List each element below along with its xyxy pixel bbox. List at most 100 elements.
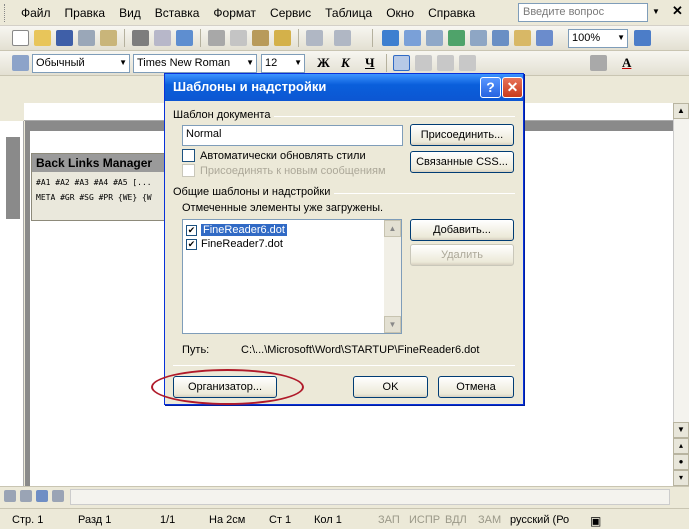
font-select[interactable]: Times New Roman ▼: [133, 54, 257, 73]
web-view-icon[interactable]: [20, 490, 32, 502]
attach-new-messages-checkbox[interactable]: Присоединять к новым сообщениям: [182, 164, 386, 177]
font-size-select[interactable]: 12 ▼: [261, 54, 305, 73]
justify-icon[interactable]: [459, 55, 476, 71]
zoom-value: 100%: [572, 32, 601, 44]
horizontal-scrollbar[interactable]: [70, 489, 670, 505]
doc-close-icon[interactable]: ✕: [672, 3, 683, 19]
next-page-icon[interactable]: ▾: [673, 470, 689, 486]
checkbox-box[interactable]: [182, 164, 195, 177]
menu-table[interactable]: Таблица: [318, 2, 379, 24]
insert-excel-icon[interactable]: [448, 30, 465, 46]
checkbox-checked-icon[interactable]: ✔: [186, 238, 197, 250]
new-document-icon[interactable]: [12, 30, 29, 46]
open-icon[interactable]: [34, 30, 51, 46]
print-layout-icon[interactable]: [36, 490, 48, 502]
status-page: Стр. 1: [12, 514, 44, 526]
copy-icon[interactable]: [230, 30, 247, 46]
columns-icon[interactable]: [470, 30, 487, 46]
remove-button[interactable]: Удалить: [410, 244, 514, 266]
styles-icon[interactable]: [12, 55, 29, 71]
scroll-down-icon[interactable]: ▼: [384, 316, 401, 333]
tab-selector[interactable]: [0, 103, 24, 121]
addins-listbox[interactable]: ✔ FineReader6.dot ✔ FineReader7.dot ▲ ▼: [182, 219, 402, 334]
spelling-status-icon[interactable]: ▣: [590, 514, 601, 528]
insert-table-icon[interactable]: [426, 30, 443, 46]
list-item[interactable]: ✔ FineReader7.dot: [186, 238, 384, 250]
align-right-icon[interactable]: [437, 55, 454, 71]
menu-file[interactable]: Файл: [14, 2, 58, 24]
font-color-button[interactable]: A: [622, 55, 631, 71]
menu-help[interactable]: Справка: [421, 2, 482, 24]
status-line: Ст 1: [269, 514, 292, 526]
drawing-icon[interactable]: [492, 30, 509, 46]
ok-button[interactable]: OK: [353, 376, 428, 398]
help-search-input[interactable]: Введите вопрос: [518, 3, 648, 22]
hyperlink-icon[interactable]: [382, 30, 399, 46]
list-item-label: FineReader7.dot: [201, 238, 283, 250]
menu-grip: [4, 3, 8, 22]
browse-object-icon[interactable]: ●: [673, 454, 689, 470]
save-icon[interactable]: [56, 30, 73, 46]
menu-format[interactable]: Формат: [206, 2, 263, 24]
checkbox-box[interactable]: [182, 149, 195, 162]
normal-view-icon[interactable]: [4, 490, 16, 502]
email-icon[interactable]: [100, 30, 117, 46]
auto-update-checkbox[interactable]: Автоматически обновлять стили: [182, 149, 366, 162]
menu-edit[interactable]: Правка: [58, 2, 113, 24]
checkbox-checked-icon[interactable]: ✔: [186, 224, 197, 236]
template-group-label: Шаблон документа: [173, 109, 275, 121]
status-column: Кол 1: [314, 514, 342, 526]
document-map-icon[interactable]: [514, 30, 531, 46]
help-dropdown-icon[interactable]: ▼: [652, 7, 660, 16]
linked-css-button[interactable]: Связанные CSS...: [410, 151, 514, 173]
menu-insert[interactable]: Вставка: [148, 2, 207, 24]
help-icon[interactable]: [634, 30, 651, 46]
undo-icon[interactable]: [306, 30, 323, 46]
previous-page-icon[interactable]: ▴: [673, 438, 689, 454]
status-ovr[interactable]: ЗАМ: [478, 514, 501, 526]
print-icon[interactable]: [132, 30, 149, 46]
underline-button[interactable]: Ч: [365, 55, 375, 71]
italic-button[interactable]: К: [341, 55, 350, 71]
menu-view[interactable]: Вид: [112, 2, 148, 24]
zoom-select[interactable]: 100% ▼: [568, 29, 628, 48]
chevron-down-icon: ▼: [294, 58, 302, 67]
align-left-icon[interactable]: [393, 55, 410, 71]
toolbar-separator: [298, 29, 299, 47]
attach-button[interactable]: Присоединить...: [410, 124, 514, 146]
bold-button[interactable]: Ж: [317, 55, 330, 71]
spelling-icon[interactable]: [176, 30, 193, 46]
borders-icon[interactable]: [590, 55, 607, 71]
add-button[interactable]: Добавить...: [410, 219, 514, 241]
dialog-close-icon[interactable]: ✕: [502, 77, 523, 98]
align-center-icon[interactable]: [415, 55, 432, 71]
permission-icon[interactable]: [78, 30, 95, 46]
dialog-help-icon[interactable]: ?: [480, 77, 501, 98]
print-preview-icon[interactable]: [154, 30, 171, 46]
menu-tools[interactable]: Сервис: [263, 2, 318, 24]
status-rec[interactable]: ЗАП: [378, 514, 400, 526]
outline-view-icon[interactable]: [52, 490, 64, 502]
format-painter-icon[interactable]: [274, 30, 291, 46]
status-trk[interactable]: ИСПР: [409, 514, 440, 526]
font-value: Times New Roman: [137, 57, 231, 69]
style-select[interactable]: Обычный ▼: [32, 54, 130, 73]
list-scrollbar[interactable]: ▲ ▼: [384, 220, 401, 333]
blm-row-1[interactable]: #A1 #A2 #A3 #A4 #A5 [...: [32, 172, 170, 187]
menu-window[interactable]: Окно: [379, 2, 421, 24]
status-ext[interactable]: ВДЛ: [445, 514, 467, 526]
tables-borders-icon[interactable]: [404, 30, 421, 46]
show-hide-icon[interactable]: [536, 30, 553, 46]
toolbar-separator: [124, 29, 125, 47]
paste-icon[interactable]: [252, 30, 269, 46]
scroll-up-icon[interactable]: ▲: [673, 103, 689, 119]
redo-icon[interactable]: [334, 30, 351, 46]
cut-icon[interactable]: [208, 30, 225, 46]
template-input[interactable]: Normal: [182, 125, 403, 146]
list-item[interactable]: ✔ FineReader6.dot: [186, 224, 384, 236]
blm-row-2[interactable]: META #GR #SG #PR {WE} {W: [32, 187, 170, 202]
cancel-button[interactable]: Отмена: [438, 376, 514, 398]
scroll-up-icon[interactable]: ▲: [384, 220, 401, 237]
scroll-down-icon[interactable]: ▼: [673, 422, 689, 438]
dialog-title[interactable]: Шаблоны и надстройки: [165, 74, 523, 101]
